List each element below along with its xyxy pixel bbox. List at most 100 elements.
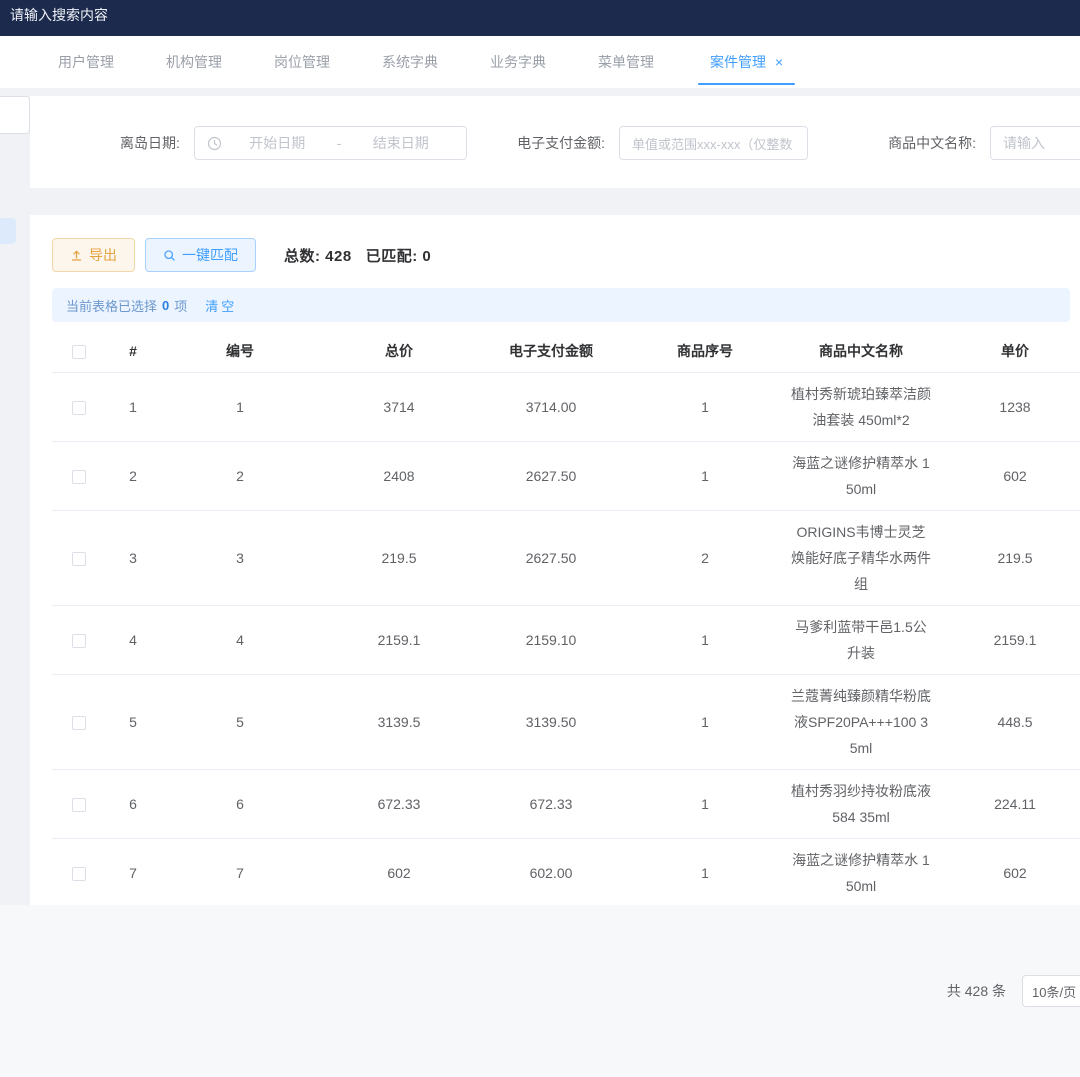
row-checkbox-cell [52, 605, 106, 674]
top-navbar: 请输入搜索内容 [0, 0, 1080, 36]
page-size-select[interactable]: 10条/页 [1022, 975, 1080, 1007]
start-date-placeholder[interactable]: 开始日期 [224, 133, 331, 153]
row-checkbox[interactable] [72, 470, 86, 484]
cell-code: 5 [160, 674, 320, 769]
tab-label: 案件管理 [710, 52, 766, 72]
cell-unit-price: 1238 [936, 372, 1080, 441]
cell-index: 6 [106, 769, 160, 838]
cell-code: 3 [160, 510, 320, 605]
matched-value: 0 [422, 248, 431, 265]
cell-index: 4 [106, 605, 160, 674]
selection-count: 0 [162, 298, 169, 313]
cell-total-price: 672.33 [320, 769, 478, 838]
cell-code: 4 [160, 605, 320, 674]
tab-label: 用户管理 [58, 52, 114, 72]
cell-product-seq: 1 [624, 441, 786, 510]
cell-epay-amount: 2627.50 [478, 441, 624, 510]
cell-product-name: 植村秀新琥珀臻萃洁颜油套装 450ml*2 [786, 372, 936, 441]
tab-item-0[interactable]: 用户管理 [32, 36, 140, 88]
row-checkbox[interactable] [72, 716, 86, 730]
column-header: 编号 [160, 330, 320, 372]
table-row: 3 3 219.5 2627.50 2 ORIGINS韦博士灵芝焕能好底子精华水… [52, 510, 1080, 605]
cell-index: 5 [106, 674, 160, 769]
cell-product-name: 海蓝之谜修护精萃水 150ml [786, 441, 936, 510]
table-header-row: #编号总价电子支付金额商品序号商品中文名称单价 [52, 330, 1080, 372]
column-header: 商品中文名称 [786, 330, 936, 372]
tab-item-5[interactable]: 菜单管理 [572, 36, 680, 88]
tab-label: 业务字典 [490, 52, 546, 72]
cell-epay-amount: 2159.10 [478, 605, 624, 674]
clear-selection-link[interactable]: 清空 [205, 296, 237, 315]
cell-epay-amount: 3139.50 [478, 674, 624, 769]
cell-product-seq: 1 [624, 838, 786, 905]
cell-unit-price: 448.5 [936, 674, 1080, 769]
tab-label: 菜单管理 [598, 52, 654, 72]
select-all-checkbox[interactable] [72, 345, 86, 359]
tab-close-icon[interactable]: × [775, 55, 783, 69]
tab-item-3[interactable]: 系统字典 [356, 36, 464, 88]
column-header: 商品序号 [624, 330, 786, 372]
cell-unit-price: 602 [936, 441, 1080, 510]
amount-filter-label: 电子支付金额: [517, 133, 605, 153]
tab-bar: 用户管理 机构管理 岗位管理 系统字典 业务字典 菜单管理 案件管理 × [0, 36, 1080, 88]
cell-total-price: 2408 [320, 441, 478, 510]
selection-suffix: 项 [174, 296, 187, 315]
row-checkbox-cell [52, 510, 106, 605]
search-icon [163, 249, 176, 262]
date-range-input[interactable]: 开始日期 - 结束日期 [194, 126, 467, 160]
cell-total-price: 2159.1 [320, 605, 478, 674]
cell-index: 7 [106, 838, 160, 905]
cell-product-name: 马爹利蓝带干邑1.5公升装 [786, 605, 936, 674]
tab-item-2[interactable]: 岗位管理 [248, 36, 356, 88]
tab-item-1[interactable]: 机构管理 [140, 36, 248, 88]
row-checkbox[interactable] [72, 401, 86, 415]
row-checkbox[interactable] [72, 798, 86, 812]
cell-epay-amount: 602.00 [478, 838, 624, 905]
matched-label: 已匹配: [366, 248, 423, 265]
row-checkbox[interactable] [72, 552, 86, 566]
cell-product-name: 植村秀羽纱持妆粉底液 584 35ml [786, 769, 936, 838]
selection-info-bar: 当前表格已选择 0 项 清空 [52, 288, 1070, 322]
header-checkbox-cell [52, 330, 106, 372]
one-click-match-button[interactable]: 一键匹配 [145, 238, 256, 272]
cell-epay-amount: 3714.00 [478, 372, 624, 441]
tab-item-4[interactable]: 业务字典 [464, 36, 572, 88]
cell-product-seq: 1 [624, 769, 786, 838]
row-checkbox[interactable] [72, 867, 86, 881]
column-header: 单价 [936, 330, 1080, 372]
cell-product-name: 海蓝之谜修护精萃水 150ml [786, 838, 936, 905]
export-button-label: 导出 [89, 245, 117, 265]
column-header: # [106, 330, 160, 372]
sidebar-fragment [0, 218, 16, 244]
cell-unit-price: 602 [936, 838, 1080, 905]
row-checkbox-cell [52, 372, 106, 441]
product-name-input[interactable]: 请输入 [990, 126, 1080, 160]
main-card: 导出 一键匹配 总数: 428已匹配: 0 当前表格已选择 0 项 清空 [30, 215, 1080, 905]
amount-placeholder: 单值或范围xxx-xxx（仅整数 [632, 134, 792, 153]
end-date-placeholder[interactable]: 结束日期 [347, 133, 454, 153]
global-search-input[interactable]: 请输入搜索内容 [10, 7, 108, 23]
table-row: 2 2 2408 2627.50 1 海蓝之谜修护精萃水 150ml 602 [52, 441, 1080, 510]
tab-label: 系统字典 [382, 52, 438, 72]
clock-icon [207, 136, 222, 151]
footer-zone: 共 428 条 10条/页 [0, 905, 1080, 1077]
cell-code: 1 [160, 372, 320, 441]
tab-item-6[interactable]: 案件管理 × [680, 36, 813, 88]
column-header: 电子支付金额 [478, 330, 624, 372]
amount-input[interactable]: 单值或范围xxx-xxx（仅整数 [619, 126, 808, 160]
row-checkbox[interactable] [72, 634, 86, 648]
table-row: 5 5 3139.5 3139.50 1 兰蔻菁纯臻颜精华粉底液SPF20PA+… [52, 674, 1080, 769]
cell-product-seq: 1 [624, 372, 786, 441]
cell-product-seq: 1 [624, 605, 786, 674]
pagination: 共 428 条 10条/页 [947, 975, 1080, 1007]
filter-card: 离岛日期: 开始日期 - 结束日期 电子支付金额: 单值或范围xxx-xxx（仅… [30, 96, 1080, 188]
cell-total-price: 219.5 [320, 510, 478, 605]
cell-unit-price: 224.11 [936, 769, 1080, 838]
row-checkbox-cell [52, 838, 106, 905]
cell-code: 6 [160, 769, 320, 838]
row-checkbox-cell [52, 769, 106, 838]
row-checkbox-cell [52, 441, 106, 510]
cell-unit-price: 219.5 [936, 510, 1080, 605]
collapsed-panel-box[interactable] [0, 96, 30, 134]
export-button[interactable]: 导出 [52, 238, 135, 272]
